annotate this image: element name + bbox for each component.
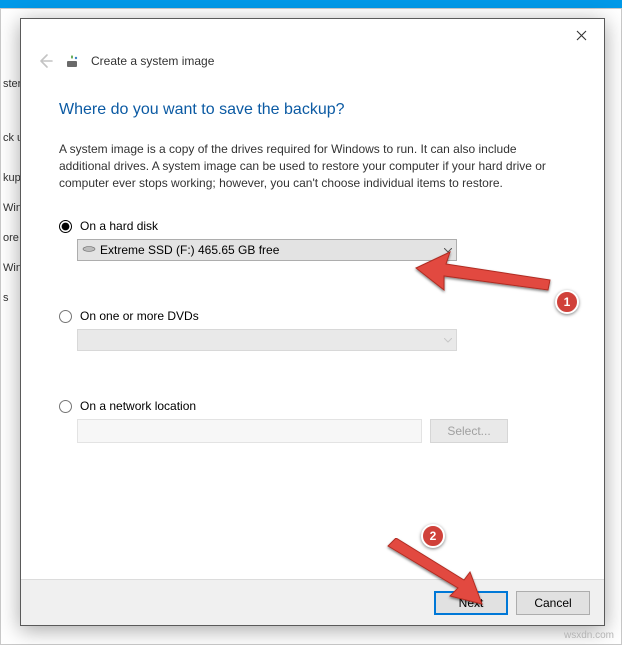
- select-network-button: Select...: [430, 419, 508, 443]
- hard-disk-dropdown[interactable]: Extreme SSD (F:) 465.65 GB free: [77, 239, 457, 261]
- chevron-down-icon: [444, 245, 452, 256]
- system-image-app-icon: [65, 53, 81, 69]
- dialog-title: Create a system image: [91, 54, 214, 68]
- option-dvd: On one or more DVDs: [59, 309, 566, 351]
- option-network: On a network location Select...: [59, 399, 566, 443]
- dialog-footer: Next Cancel: [21, 579, 604, 625]
- next-button[interactable]: Next: [434, 591, 508, 615]
- cancel-button[interactable]: Cancel: [516, 591, 590, 615]
- back-arrow-icon: [35, 51, 55, 71]
- radio-dvd[interactable]: [59, 310, 72, 323]
- close-icon[interactable]: [566, 23, 596, 47]
- option-hard-disk: On a hard disk Extreme SSD (F:) 465.65 G…: [59, 219, 566, 261]
- radio-hard-disk-label: On a hard disk: [80, 219, 158, 233]
- chevron-down-icon: [444, 335, 452, 346]
- hard-disk-selected-value: Extreme SSD (F:) 465.65 GB free: [100, 243, 444, 257]
- background-accent-strip: [0, 0, 622, 8]
- page-description: A system image is a copy of the drives r…: [59, 141, 566, 191]
- dialog-header: [21, 19, 604, 51]
- radio-hard-disk[interactable]: [59, 220, 72, 233]
- dialog-titlebar: Create a system image: [21, 51, 604, 81]
- radio-dvd-label: On one or more DVDs: [80, 309, 199, 323]
- network-path-input: [77, 419, 422, 443]
- watermark: wsxdn.com: [564, 630, 614, 641]
- dvd-dropdown: [77, 329, 457, 351]
- page-heading: Where do you want to save the backup?: [59, 101, 566, 119]
- dialog-body: Where do you want to save the backup? A …: [21, 81, 604, 579]
- drive-icon: [82, 243, 96, 257]
- radio-network-label: On a network location: [80, 399, 196, 413]
- system-image-dialog: Create a system image Where do you want …: [20, 18, 605, 626]
- radio-network[interactable]: [59, 400, 72, 413]
